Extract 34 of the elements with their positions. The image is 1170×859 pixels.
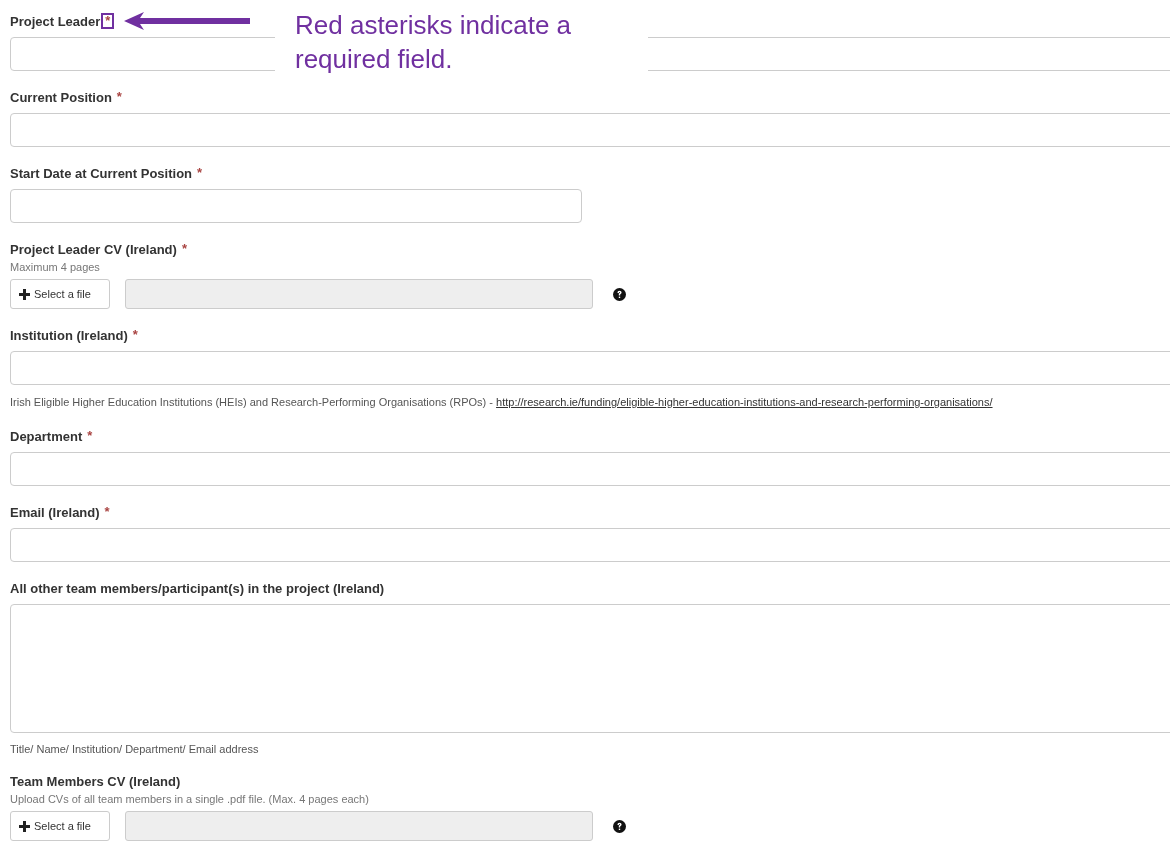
field-label: Department [10,428,83,444]
required-asterisk: * [180,241,188,257]
required-asterisk: * [86,428,94,444]
field-label: All other team members/participant(s) in the project (Ireland) [10,580,385,596]
help-icon[interactable] [613,287,626,301]
dropdown-field[interactable] [10,351,1170,385]
plus-icon [19,288,30,300]
text-field[interactable] [10,452,1170,486]
required-asterisk: * [103,504,111,520]
arrow-icon [124,12,251,30]
required-asterisk: * [131,327,139,343]
required-asterisk: * [101,13,115,29]
field-label: Institution (Ireland) [10,327,128,343]
text-field[interactable] [10,113,1170,147]
field-label: Start Date at Current Position [10,165,193,181]
required-asterisk: * [115,89,123,105]
help-text: Upload CVs of all team members in a single .pdf file. (Max. 4 pages each) [10,793,370,805]
text-area[interactable] [10,604,1170,733]
field-label: Current Position [10,89,112,105]
link[interactable]: http://research.ie/funding/eligible-higher-education-institutions-and-research-performing-organisations/ [496,396,993,408]
plus-icon [19,820,30,832]
date-field[interactable] [10,189,582,223]
help-text: Maximum 4 pages [10,261,101,273]
select-file-button[interactable]: Select a file [10,279,110,309]
text-field[interactable] [10,528,1170,562]
help-icon[interactable] [613,819,626,833]
select-file-button[interactable]: Select a file [10,811,110,841]
help-text: Title/ Name/ Institution/ Department/ Email address [10,743,260,755]
field-label: Team Members CV (Ireland) [10,773,181,789]
field-label: Project Leader [10,13,101,29]
field-label: Email (Ireland) [10,504,100,520]
required-asterisk: * [196,165,204,181]
help-text: Irish Eligible Higher Education Institutions (HEIs) and Research-Performing Organisations (RPOs) - http://research.ie/funding/eligible-higher-education-institutions-and-research-performing-organisations/ [10,396,994,408]
field-label: Project Leader CV (Ireland) [10,241,177,257]
